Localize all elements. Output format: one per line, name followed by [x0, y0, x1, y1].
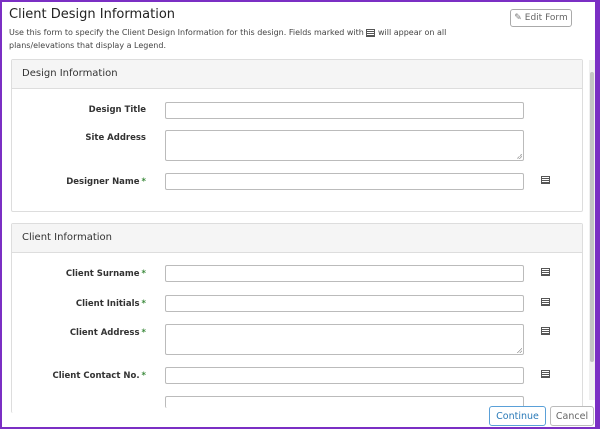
- designer-name-input[interactable]: [165, 173, 524, 190]
- edit-form-button[interactable]: ✎ Edit Form: [510, 9, 572, 27]
- page-title: Client Design Information: [9, 7, 176, 22]
- required-marker: *: [141, 328, 146, 338]
- cancel-button[interactable]: Cancel: [550, 406, 594, 426]
- resize-grip-icon[interactable]: [517, 348, 522, 353]
- design-title-label: Design Title: [88, 105, 146, 115]
- legend-list-icon: [541, 327, 550, 335]
- scrollbar[interactable]: [589, 60, 595, 400]
- client-surname-input[interactable]: [165, 265, 524, 282]
- required-marker: *: [141, 371, 146, 381]
- legend-list-icon: [541, 268, 550, 276]
- required-marker: *: [141, 177, 146, 187]
- design-title-input[interactable]: [165, 102, 524, 119]
- scrollbar-thumb[interactable]: [590, 72, 594, 362]
- legend-list-icon: [366, 28, 376, 37]
- legend-list-icon: [541, 370, 550, 378]
- client-contact-input[interactable]: [165, 367, 524, 384]
- client-address-label: Client Address *: [69, 328, 146, 338]
- pencil-icon: ✎: [514, 13, 522, 23]
- client-design-dialog: Client Design Information Use this form …: [2, 2, 595, 427]
- legend-list-icon: [541, 176, 550, 184]
- client-information-panel: Client Information Client Surname * Clien…: [11, 223, 583, 413]
- client-initials-label: Client Initials *: [75, 299, 146, 309]
- site-address-textarea[interactable]: [165, 130, 524, 161]
- design-information-panel: Design Information Design Title Site Add…: [11, 59, 583, 212]
- resize-grip-icon[interactable]: [517, 154, 522, 159]
- client-initials-input[interactable]: [165, 295, 524, 312]
- design-information-heading: Design Information: [12, 60, 582, 89]
- client-information-heading: Client Information: [12, 224, 582, 253]
- next-field-input[interactable]: [165, 396, 524, 408]
- page-description: Use this form to specify the Client Desi…: [9, 26, 509, 52]
- description-text: Use this form to specify the Client Desi…: [9, 28, 364, 37]
- client-surname-label: Client Surname *: [65, 269, 146, 279]
- site-address-label: Site Address: [85, 133, 146, 143]
- client-address-textarea[interactable]: [165, 324, 524, 355]
- required-marker: *: [141, 299, 146, 309]
- continue-button[interactable]: Continue: [489, 406, 546, 426]
- edit-form-label: Edit Form: [524, 13, 568, 23]
- legend-list-icon: [541, 298, 550, 306]
- client-contact-label: Client Contact No. *: [52, 371, 146, 381]
- required-marker: *: [141, 269, 146, 279]
- designer-name-label: Designer Name *: [66, 177, 146, 187]
